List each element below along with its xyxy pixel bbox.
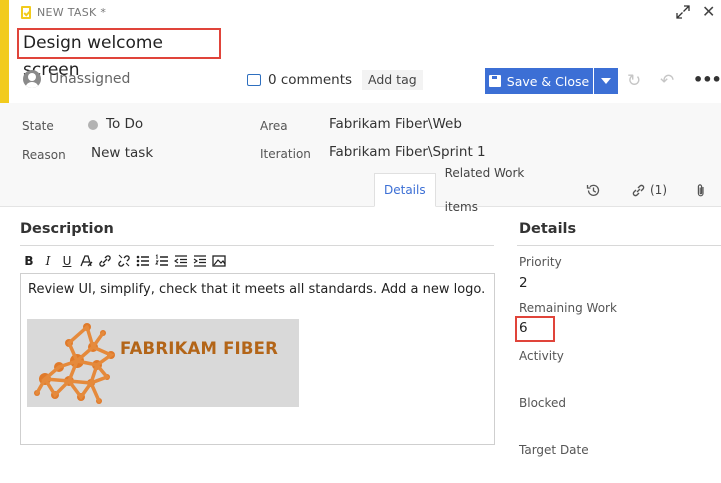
remaining-work-value[interactable]: 6 xyxy=(519,320,528,336)
remove-link-icon[interactable] xyxy=(117,253,131,269)
description-divider xyxy=(20,245,494,246)
comments-count: 0 comments xyxy=(268,72,353,88)
assigned-to-control[interactable]: Unassigned xyxy=(23,70,130,88)
tab-history[interactable] xyxy=(570,173,617,207)
details-divider xyxy=(517,245,721,246)
expand-icon[interactable] xyxy=(676,5,690,19)
highlight-icon[interactable] xyxy=(79,253,93,269)
close-icon[interactable]: ✕ xyxy=(702,4,715,20)
description-editor[interactable]: Review UI, simplify, check that it meets… xyxy=(20,273,495,445)
priority-value[interactable]: 2 xyxy=(519,275,528,291)
add-tag-button[interactable]: Add tag xyxy=(362,70,423,90)
reason-value[interactable]: New task xyxy=(91,145,153,161)
state-label: State xyxy=(22,119,54,133)
work-item-fields: State To Do Reason New task Area Fabrika… xyxy=(0,103,721,214)
increase-indent-icon[interactable] xyxy=(193,253,207,269)
links-count: (1) xyxy=(650,183,667,197)
iteration-label: Iteration xyxy=(260,147,311,161)
work-item-header: NEW TASK * Design welcome screen ✕ Unass… xyxy=(0,0,721,103)
work-item-tabs: Details Related Work items (1) xyxy=(374,166,721,214)
save-and-close-label: Save & Close xyxy=(506,73,590,89)
remaining-work-label: Remaining Work xyxy=(519,301,617,315)
decrease-indent-icon[interactable] xyxy=(174,253,188,269)
work-item-type: NEW TASK * xyxy=(21,6,106,19)
assigned-to-label: Unassigned xyxy=(49,71,131,87)
bulleted-list-icon[interactable] xyxy=(136,253,150,269)
paperclip-icon xyxy=(697,183,704,196)
area-value[interactable]: Fabrikam Fiber\Web xyxy=(329,116,462,132)
insert-image-icon[interactable] xyxy=(212,253,226,269)
task-icon xyxy=(21,6,31,19)
bold-button[interactable]: B xyxy=(22,253,36,269)
insert-link-icon[interactable] xyxy=(98,253,112,269)
details-heading: Details xyxy=(519,221,577,237)
underline-button[interactable]: U xyxy=(60,253,74,269)
fabrikam-logo-icon xyxy=(34,323,115,404)
priority-label: Priority xyxy=(519,255,562,269)
save-options-dropdown[interactable] xyxy=(594,68,618,94)
tab-links[interactable]: (1) xyxy=(617,173,681,207)
numbered-list-icon[interactable] xyxy=(155,253,169,269)
reason-label: Reason xyxy=(22,148,66,162)
tab-details[interactable]: Details xyxy=(374,173,436,207)
undo-icon[interactable]: ↶ xyxy=(660,72,674,90)
link-icon xyxy=(632,184,645,196)
target-date-label: Target Date xyxy=(519,443,589,457)
save-and-close-button[interactable]: Save & Close xyxy=(485,68,593,94)
fabrikam-logo-image: FABRIKAM FIBER xyxy=(27,319,299,407)
avatar xyxy=(23,70,41,88)
area-label: Area xyxy=(260,119,288,133)
history-icon xyxy=(586,184,600,196)
comment-icon xyxy=(247,74,261,86)
italic-button[interactable]: I xyxy=(41,253,55,269)
save-icon xyxy=(488,75,501,87)
rich-text-toolbar: B I U xyxy=(22,253,226,269)
title-field[interactable]: Design welcome screen xyxy=(17,28,221,80)
tab-related-work-items[interactable]: Related Work items xyxy=(436,166,570,214)
state-indicator-icon xyxy=(88,120,98,130)
fabrikam-logo-text: FABRIKAM FIBER xyxy=(120,339,279,358)
tab-attachments[interactable] xyxy=(681,173,721,207)
comments-link[interactable]: 0 comments xyxy=(247,72,352,88)
refresh-icon[interactable]: ↻ xyxy=(627,72,641,90)
state-value[interactable]: To Do xyxy=(106,116,143,132)
more-actions-icon[interactable]: ••• xyxy=(693,70,721,89)
work-item-type-label: NEW TASK * xyxy=(37,6,107,19)
blocked-label: Blocked xyxy=(519,396,567,410)
activity-label: Activity xyxy=(519,349,564,363)
description-text[interactable]: Review UI, simplify, check that it meets… xyxy=(28,282,485,297)
chevron-down-icon xyxy=(601,78,611,84)
description-heading: Description xyxy=(20,221,114,237)
